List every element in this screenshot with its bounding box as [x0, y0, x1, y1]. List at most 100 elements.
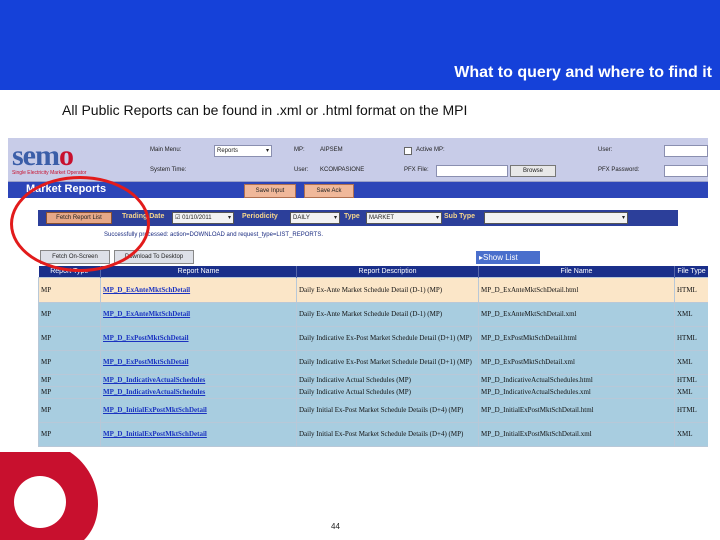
- periodicity-select[interactable]: DAILY ▾: [290, 212, 340, 224]
- main-menu-select[interactable]: Reports ▾: [214, 145, 272, 157]
- pfx-password-label: PFX Password:: [598, 167, 640, 173]
- type-value: MARKET: [369, 215, 395, 221]
- table-row[interactable]: MP MP_D_IndicativeActualSchedules Daily …: [38, 373, 708, 387]
- logo-text-start: sem: [12, 139, 60, 172]
- file-type-cell: XML: [674, 385, 708, 399]
- file-name-cell: MP_D_ExPostMktSchDetail.html: [478, 325, 675, 351]
- file-type-cell: HTML: [674, 276, 708, 303]
- user-right-label: User:: [598, 147, 613, 153]
- report-description-cell: Daily Indicative Ex-Post Market Schedule…: [296, 349, 479, 375]
- semo-corner-logo-icon: [0, 452, 98, 540]
- sub-type-label: Sub Type: [444, 213, 475, 220]
- table-header-row: Report Type Report Name Report Descripti…: [38, 266, 708, 277]
- report-type-cell: MP: [38, 385, 101, 399]
- table-row[interactable]: MP MP_D_InitialExPostMktSchDetail Daily …: [38, 397, 708, 423]
- active-mp-checkbox[interactable]: [404, 147, 412, 155]
- report-description-cell: Daily Initial Ex-Post Market Schedule De…: [296, 421, 479, 447]
- user-label: User:: [294, 167, 309, 173]
- report-description-cell: Daily Indicative Ex-Post Market Schedule…: [296, 325, 479, 351]
- file-name-cell: MP_D_InitialExPostMktSchDetail.xml: [478, 421, 675, 447]
- file-type-cell: XML: [674, 349, 708, 375]
- pfx-file-label: PFX File:: [404, 167, 429, 173]
- system-time-label: System Time:: [150, 167, 187, 173]
- main-menu-value: Reports: [217, 148, 239, 154]
- pfx-password-input[interactable]: [664, 165, 708, 177]
- sub-type-select[interactable]: ▾: [484, 212, 628, 224]
- highlight-circle: [10, 176, 150, 272]
- file-name-cell: MP_D_IndicativeActualSchedules.html: [478, 373, 675, 387]
- user-value: KCOMPASIONE: [320, 167, 365, 173]
- report-type-cell: MP: [38, 301, 101, 327]
- active-mp-label: Active MP:: [416, 147, 445, 153]
- trading-date-checkbox[interactable]: ☑: [175, 215, 180, 221]
- slide-title: What to query and where to find it: [454, 64, 712, 81]
- report-name-link[interactable]: MP_D_ExAnteMktSchDetail: [100, 301, 297, 327]
- table-row[interactable]: MP MP_D_IndicativeActualSchedules Daily …: [38, 385, 708, 399]
- periodicity-value: DAILY: [293, 215, 310, 221]
- table-row[interactable]: MP MP_D_InitialExPostMktSchDetail Daily …: [38, 421, 708, 447]
- browse-button[interactable]: Browse: [510, 165, 556, 177]
- save-ack-button[interactable]: Save Ack: [304, 184, 354, 198]
- logo-text-end: o: [58, 139, 74, 172]
- report-name-link[interactable]: MP_D_ExAnteMktSchDetail: [100, 276, 297, 303]
- chevron-down-icon: ▾: [227, 215, 231, 221]
- chevron-down-icon: ▾: [333, 215, 337, 221]
- file-type-cell: HTML: [674, 325, 708, 351]
- table-row[interactable]: MP MP_D_ExAnteMktSchDetail Daily Ex-Ante…: [38, 276, 708, 303]
- pfx-file-input[interactable]: [436, 165, 508, 177]
- file-type-cell: XML: [674, 421, 708, 447]
- type-select[interactable]: MARKET ▾: [366, 212, 442, 224]
- report-name-link[interactable]: MP_D_IndicativeActualSchedules: [100, 385, 297, 399]
- column-header[interactable]: File Type: [674, 266, 708, 277]
- report-type-cell: MP: [38, 325, 101, 351]
- show-list-button[interactable]: ▸Show List: [476, 251, 540, 264]
- report-type-cell: MP: [38, 421, 101, 447]
- file-name-cell: MP_D_ExAnteMktSchDetail.html: [478, 276, 675, 303]
- file-name-cell: MP_D_InitialExPostMktSchDetail.html: [478, 397, 675, 423]
- report-type-cell: MP: [38, 373, 101, 387]
- table-row[interactable]: MP MP_D_ExAnteMktSchDetail Daily Ex-Ante…: [38, 301, 708, 327]
- file-type-cell: HTML: [674, 373, 708, 387]
- chevron-down-icon: ▾: [265, 148, 269, 154]
- file-type-cell: HTML: [674, 397, 708, 423]
- report-name-link[interactable]: MP_D_ExPostMktSchDetail: [100, 349, 297, 375]
- file-name-cell: MP_D_ExPostMktSchDetail.xml: [478, 349, 675, 375]
- report-type-cell: MP: [38, 349, 101, 375]
- report-description-cell: Daily Indicative Actual Schedules (MP): [296, 373, 479, 387]
- trading-date-select[interactable]: ☑ 01/10/2011 ▾: [172, 212, 234, 224]
- trading-date-value: 01/10/2011: [182, 215, 212, 221]
- type-label: Type: [344, 213, 360, 220]
- report-name-link[interactable]: MP_D_IndicativeActualSchedules: [100, 373, 297, 387]
- report-description-cell: Daily Indicative Actual Schedules (MP): [296, 385, 479, 399]
- report-type-cell: MP: [38, 397, 101, 423]
- mp-value: AIPSEM: [320, 147, 343, 153]
- file-name-cell: MP_D_IndicativeActualSchedules.xml: [478, 385, 675, 399]
- app-header: semo Single Electricity Market Operator …: [8, 138, 708, 182]
- table-row[interactable]: MP MP_D_ExPostMktSchDetail Daily Indicat…: [38, 349, 708, 375]
- report-description-cell: Daily Ex-Ante Market Schedule Detail (D-…: [296, 276, 479, 303]
- save-input-button[interactable]: Save Input: [244, 184, 296, 198]
- column-header[interactable]: Report Description: [296, 266, 479, 277]
- show-list-label: Show List: [483, 253, 518, 262]
- file-name-cell: MP_D_ExAnteMktSchDetail.xml: [478, 301, 675, 327]
- report-description-cell: Daily Ex-Ante Market Schedule Detail (D-…: [296, 301, 479, 327]
- page-number: 44: [331, 522, 340, 531]
- report-name-link[interactable]: MP_D_InitialExPostMktSchDetail: [100, 397, 297, 423]
- column-header[interactable]: Report Name: [100, 266, 297, 277]
- logo-tagline: Single Electricity Market Operator: [12, 170, 87, 176]
- column-header[interactable]: File Name: [478, 266, 675, 277]
- report-description-cell: Daily Initial Ex-Post Market Schedule De…: [296, 397, 479, 423]
- report-name-link[interactable]: MP_D_InitialExPostMktSchDetail: [100, 421, 297, 447]
- slide-subtitle: All Public Reports can be found in .xml …: [62, 102, 468, 118]
- periodicity-label: Periodicity: [242, 213, 278, 220]
- chevron-down-icon: ▾: [435, 215, 439, 221]
- report-name-link[interactable]: MP_D_ExPostMktSchDetail: [100, 325, 297, 351]
- mp-label: MP:: [294, 147, 305, 153]
- file-type-cell: XML: [674, 301, 708, 327]
- report-type-cell: MP: [38, 276, 101, 303]
- table-row[interactable]: MP MP_D_ExPostMktSchDetail Daily Indicat…: [38, 325, 708, 351]
- report-table: Report Type Report Name Report Descripti…: [38, 266, 708, 447]
- chevron-down-icon: ▾: [621, 215, 625, 221]
- main-menu-label: Main Menu:: [150, 147, 182, 153]
- user-right-input[interactable]: [664, 145, 708, 157]
